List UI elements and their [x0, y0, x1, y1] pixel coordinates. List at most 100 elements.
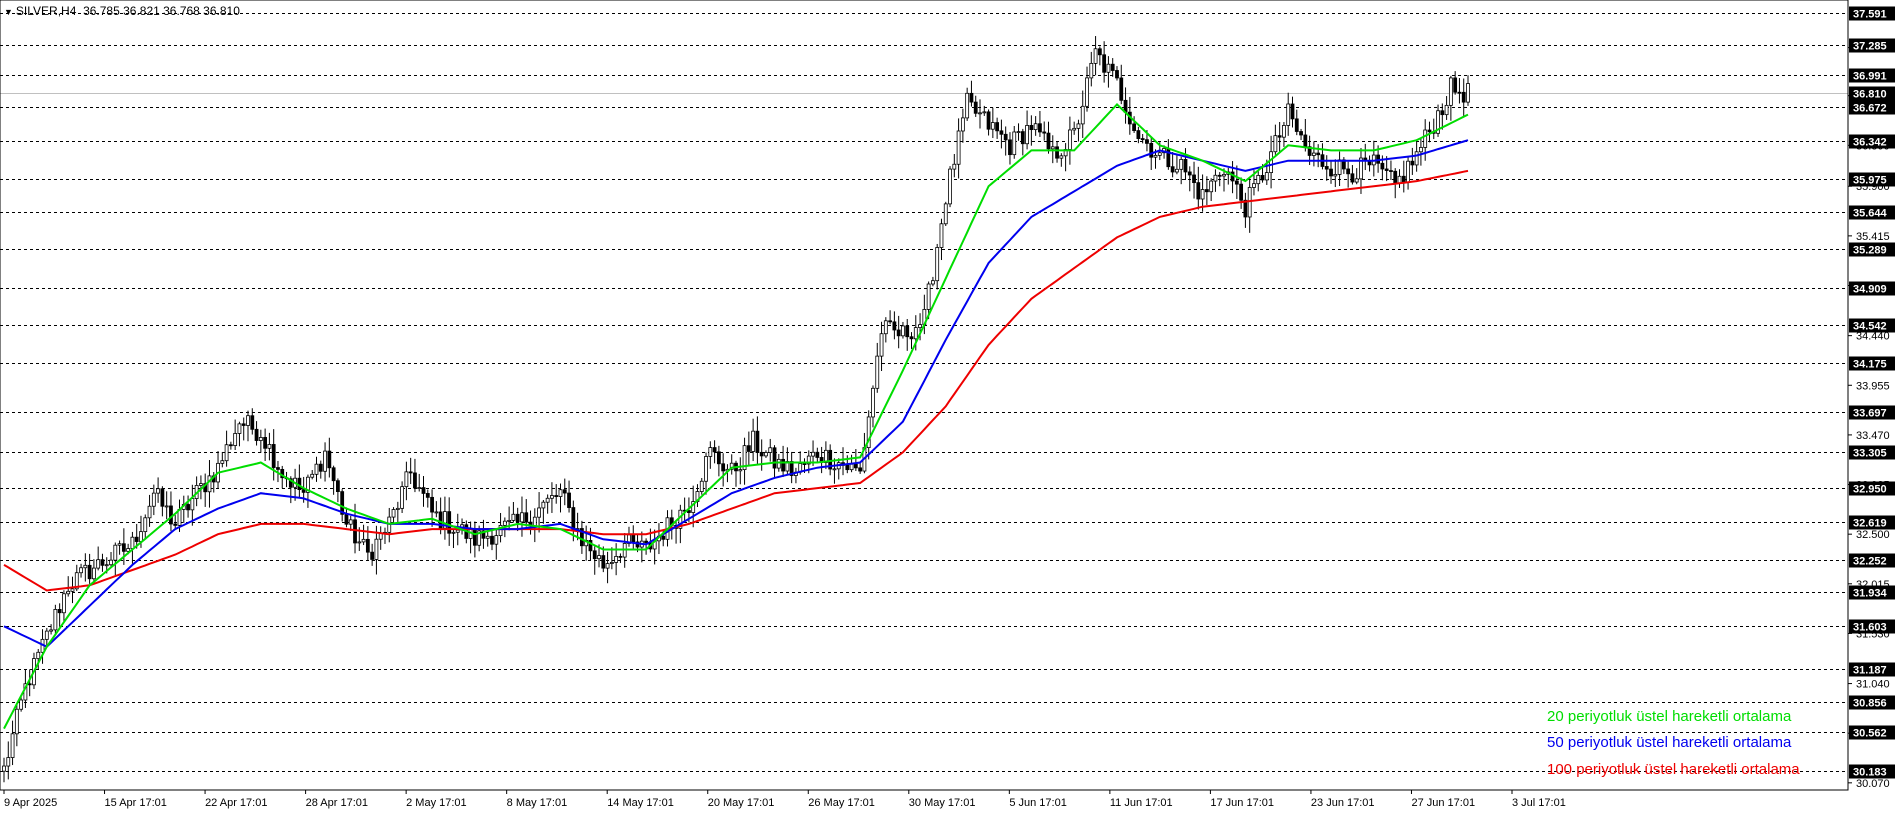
x-tick-label: 9 Apr 2025	[4, 797, 57, 809]
candle-body	[1085, 77, 1089, 107]
candle-body	[1093, 48, 1098, 64]
candle-body	[1277, 135, 1282, 138]
candle-body	[1192, 174, 1196, 184]
candle-body	[130, 536, 135, 549]
candle-body	[935, 247, 940, 282]
candle-body	[318, 463, 323, 472]
candle-body	[939, 223, 944, 248]
candle-body	[1153, 154, 1158, 158]
candle-body	[1076, 123, 1081, 129]
candle-body	[395, 507, 400, 510]
level-tag-label: 34.542	[1853, 321, 1887, 333]
candle-body	[541, 501, 546, 509]
candle-body	[1067, 129, 1072, 150]
candle-body	[271, 444, 276, 468]
candle-body	[365, 538, 370, 553]
level-tag-label: 30.856	[1853, 698, 1887, 710]
candle-body	[892, 321, 897, 331]
level-tag-label: 36.991	[1853, 71, 1887, 83]
candle-body	[1102, 54, 1107, 73]
candle-body	[36, 651, 41, 659]
candle-body	[1316, 152, 1321, 156]
level-tag-label: 31.187	[1853, 665, 1887, 677]
candle-body	[1401, 175, 1406, 183]
candle-body	[199, 483, 203, 486]
candle-body	[1149, 142, 1154, 158]
candle-body	[571, 507, 576, 530]
candle-body	[1252, 183, 1256, 188]
candle-body	[1423, 129, 1428, 148]
candle-body	[83, 564, 88, 569]
chart-background	[0, 0, 1896, 820]
candle-body	[781, 458, 785, 472]
candle-body	[327, 450, 332, 469]
candle-body	[263, 437, 268, 449]
ohlc-values: 36.785 36.821 36.768 36.810	[83, 4, 240, 18]
candle-body	[708, 447, 713, 457]
candle-body	[618, 555, 623, 558]
price-chart[interactable]: 37.25536.78536.30035.90035.41534.93034.4…	[0, 0, 1896, 820]
candle-body	[1025, 125, 1029, 145]
candle-body	[455, 529, 460, 533]
candle-body	[430, 496, 434, 513]
candle-body	[969, 92, 974, 103]
level-tag-label: 32.950	[1853, 484, 1887, 496]
candle-body	[511, 513, 516, 521]
candle-body	[400, 486, 405, 509]
candle-body	[413, 472, 417, 489]
candle-body	[233, 433, 238, 446]
y-tick-label: 33.955	[1856, 380, 1890, 392]
collapse-triangle-icon[interactable]: ▼	[4, 7, 13, 17]
candle-body	[1145, 139, 1149, 144]
candle-body	[66, 590, 71, 595]
candle-body	[931, 280, 935, 285]
candle-body	[1080, 105, 1085, 125]
legend-ema50-label: 50 periyotluk üstel hareketli ortalama	[1547, 734, 1792, 751]
candle-body	[1166, 148, 1171, 168]
candle-body	[995, 122, 1000, 132]
y-tick-label: 32.500	[1856, 529, 1890, 541]
candle-body	[374, 538, 379, 560]
candle-body	[871, 387, 875, 418]
candle-body	[472, 528, 477, 546]
candle-body	[143, 517, 148, 533]
y-tick-label: 30.070	[1856, 778, 1890, 790]
candle-body	[169, 505, 173, 525]
candle-body	[1333, 174, 1338, 177]
candle-body	[57, 609, 62, 614]
candle-body	[27, 683, 32, 686]
candle-body	[845, 465, 850, 471]
candle-body	[62, 593, 66, 614]
legend-ema50: 50 periyotluk üstel hareketli ortalama	[1547, 734, 1791, 751]
candle-body	[1132, 123, 1137, 131]
candle-body	[948, 168, 952, 205]
x-tick-label: 3 Jul 17:01	[1512, 797, 1566, 809]
candle-body	[909, 336, 914, 340]
candle-body	[258, 437, 263, 441]
candle-body	[644, 540, 649, 544]
candle-body	[310, 473, 315, 478]
candle-body	[14, 708, 19, 735]
candle-body	[755, 430, 760, 453]
candle-body	[1389, 170, 1393, 172]
candle-body	[554, 495, 559, 497]
candle-body	[1346, 168, 1351, 175]
candle-body	[973, 101, 978, 114]
candle-body	[558, 489, 563, 497]
symbol-label: SILVER,H4	[15, 4, 77, 18]
candle-body	[1406, 160, 1410, 183]
x-tick-label: 15 Apr 17:01	[105, 797, 167, 809]
candle-body	[716, 451, 721, 465]
candle-body	[91, 567, 96, 580]
candle-body	[952, 163, 957, 170]
candle-body	[858, 467, 863, 472]
candle-body	[1012, 131, 1017, 156]
candle-body	[1329, 168, 1333, 177]
candle-body	[986, 111, 991, 130]
candle-body	[1059, 155, 1064, 159]
candle-body	[1115, 70, 1119, 79]
candle-body	[901, 325, 905, 337]
candle-body	[1397, 175, 1402, 184]
candle-body	[70, 588, 75, 592]
candle-body	[104, 564, 109, 567]
